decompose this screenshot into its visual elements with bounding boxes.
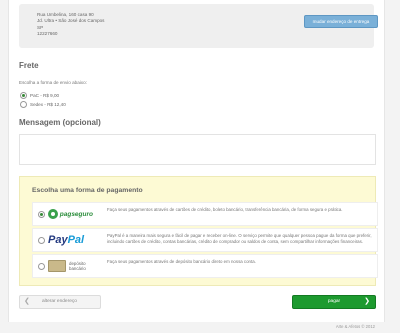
address-lines: Rua Umbelina, 160 casa 90 Jd. Ultra • Sã… [37,12,104,37]
payment-radio-pagseguro[interactable] [38,211,45,218]
change-address-back-button[interactable]: ❮ alterar endereço [19,295,101,309]
pagseguro-logo-text: pagseguro [59,210,93,218]
footer-credit: Arte & Afetos © 2012 [335,324,375,329]
payment-option-paypal[interactable]: PayPal PayPal é a maneira mais segura e … [32,228,378,252]
payment-description: PayPal é a maneira mais segura e fácil d… [107,233,372,244]
payment-option-deposit[interactable]: depósito bancário Faça seus pagamentos a… [32,254,378,278]
back-button-label: alterar endereço [42,299,77,304]
payment-title: Escolha uma forma de pagamento [32,187,143,194]
payment-description: Faça seus pagamentos através de depósito… [107,259,256,264]
banknote-icon [48,260,66,272]
shipping-option-pac[interactable]: PaC - R$ 9,00 [20,92,59,99]
pay-button-label: pagar [327,299,341,304]
message-textarea[interactable] [19,134,376,165]
shipping-address-box: Rua Umbelina, 160 casa 90 Jd. Ultra • Sã… [19,4,378,48]
deposit-logo-line-2: bancário [69,266,86,271]
shipping-title: Frete [19,61,39,70]
pagseguro-logo: pagseguro [48,206,93,222]
address-district: Jd. Ultra • São José dos Campos [37,18,105,24]
payment-option-pagseguro[interactable]: pagseguro Faça seus pagamentos através d… [32,202,378,226]
payment-description: Faça seus pagamentos através de cartões … [107,207,343,212]
shipping-option-label: Sedex - R$ 12,40 [30,102,66,107]
chevron-right-icon: ❯ [364,298,370,305]
payment-radio-paypal[interactable] [38,237,45,244]
payment-radio-deposit[interactable] [38,263,45,270]
paypal-logo-text-pay: Pay [48,234,68,246]
change-address-button[interactable]: mudar endereço de entrega [304,15,378,28]
checkout-page: Rua Umbelina, 160 casa 90 Jd. Ultra • Sã… [8,0,385,322]
shipping-option-label: PaC - R$ 9,00 [30,93,60,98]
shipping-option-sedex[interactable]: Sedex - R$ 12,40 [20,101,66,108]
deposit-logo: depósito bancário [48,258,93,274]
shipping-radio-sedex[interactable] [20,101,27,108]
address-zip: 12227660 [37,30,58,36]
shipping-hint: Escolha a forma de envio abaixo: [19,80,87,85]
shipping-radio-pac[interactable] [20,92,27,99]
chevron-left-icon: ❮ [24,298,30,305]
pay-button[interactable]: pagar ❯ [292,295,376,309]
message-title: Mensagem (opcional) [19,118,101,127]
payment-panel: Escolha uma forma de pagamento pagseguro… [19,176,378,286]
pagseguro-icon [48,209,58,219]
paypal-logo: PayPal [48,232,93,248]
paypal-logo-text-pal: Pal [67,234,85,246]
